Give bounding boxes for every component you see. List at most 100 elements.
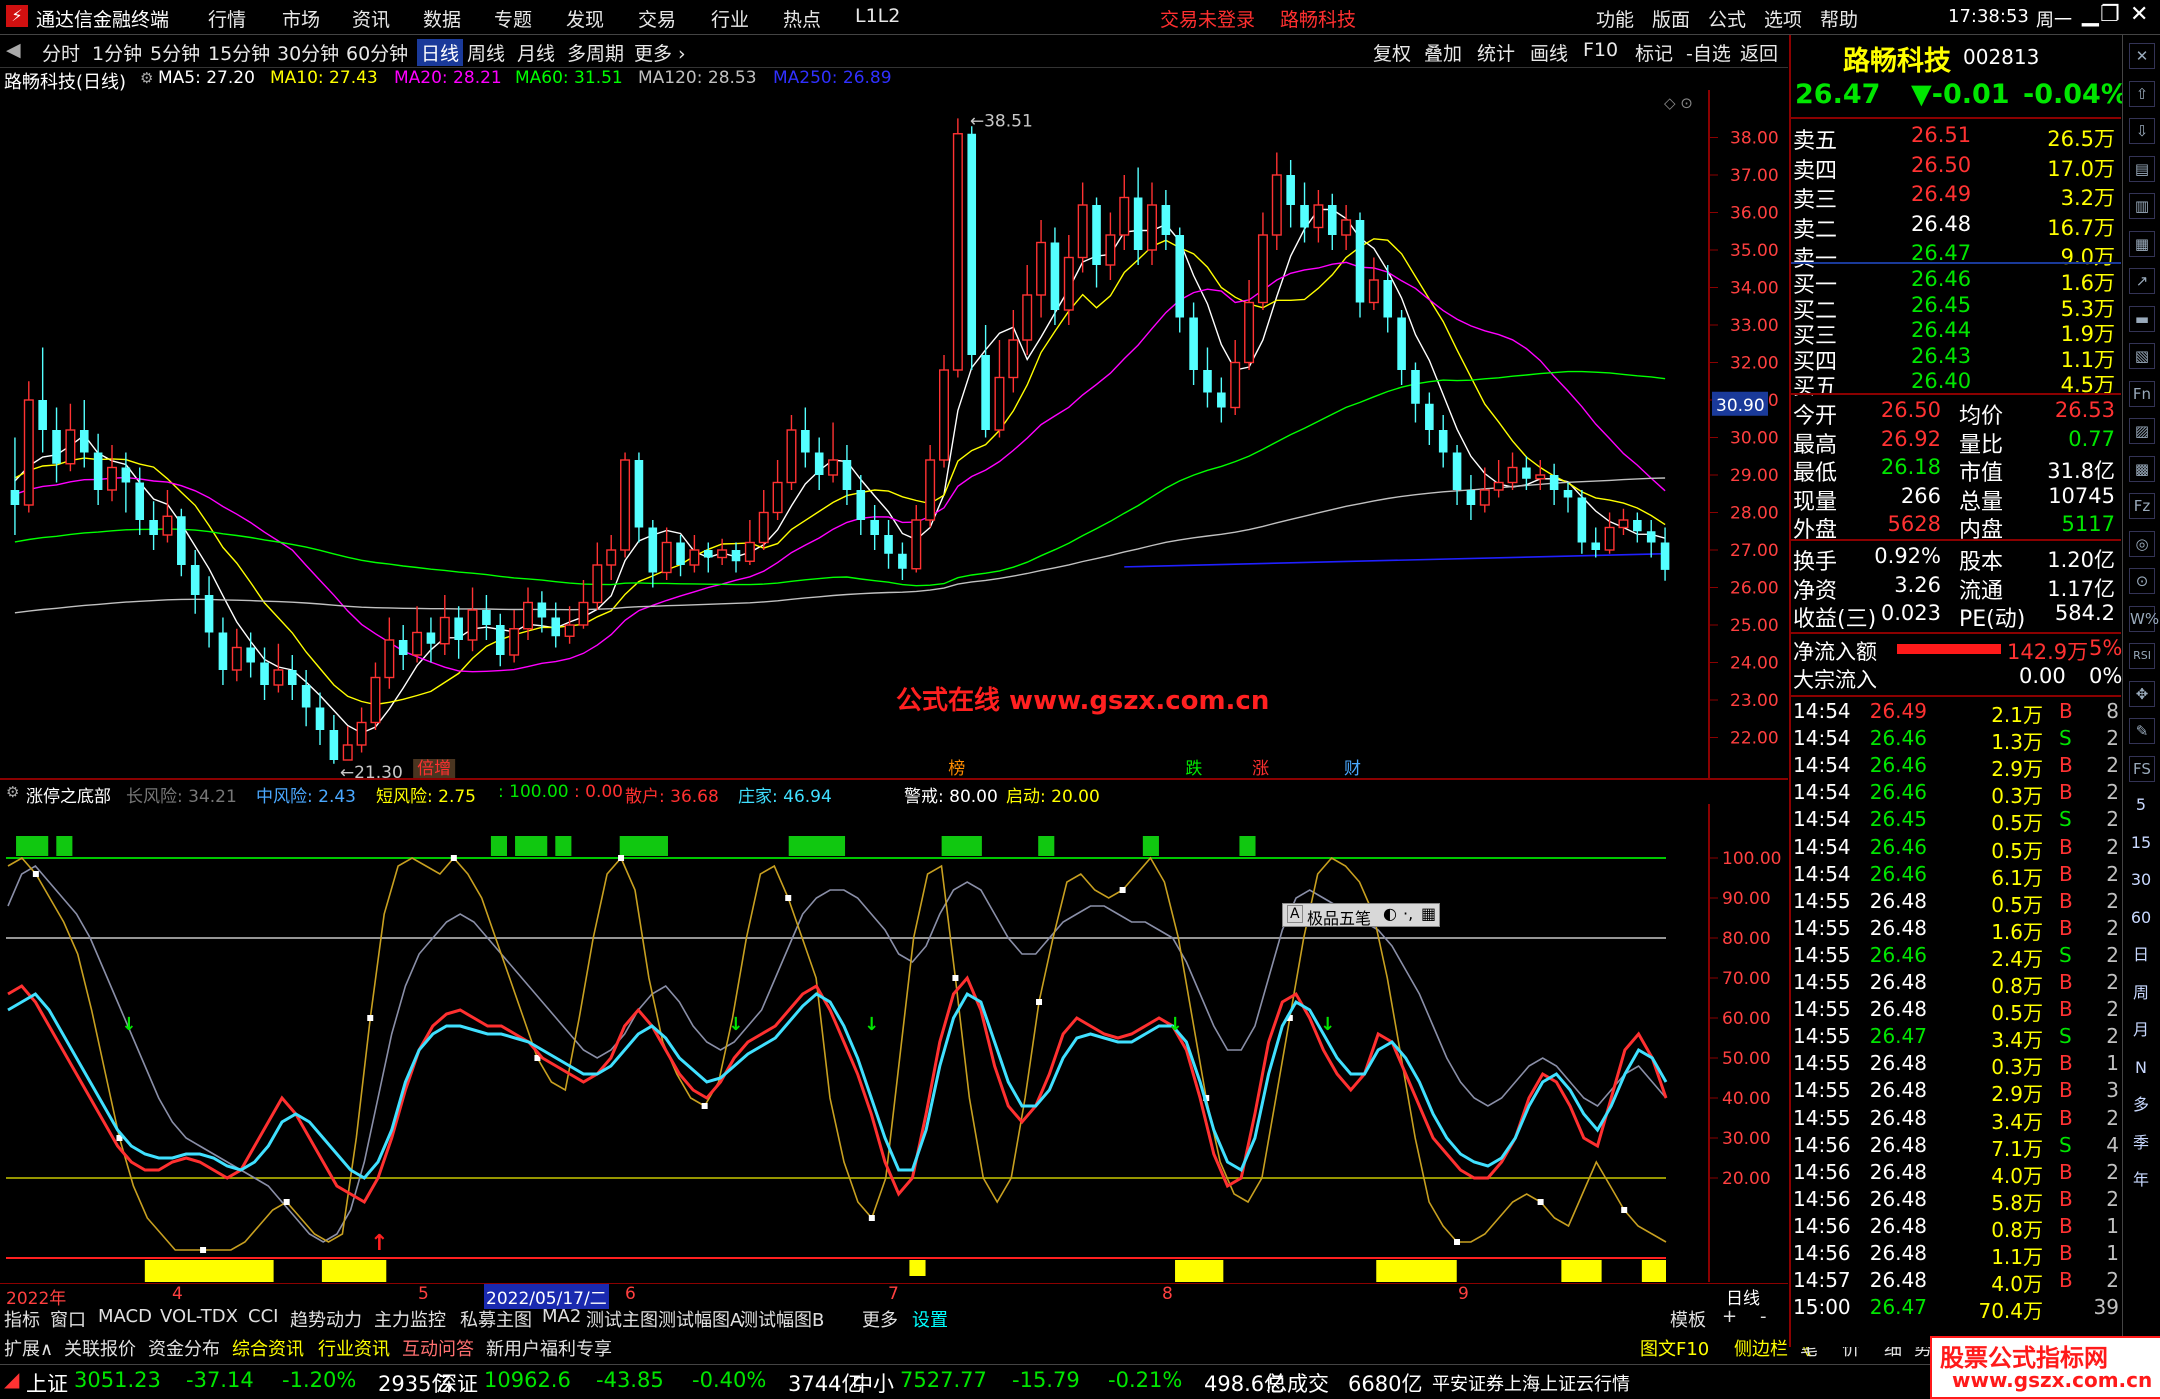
period-tab-4[interactable]: 30分钟 [277,39,339,66]
ime-punct-icon[interactable]: ·, [1403,904,1413,923]
menu-item-5[interactable]: 发现 [566,5,604,32]
rsi-icon[interactable]: RSI [2129,643,2155,669]
board-icon[interactable]: ▨ [2129,418,2155,444]
menu-item-6[interactable]: 交易 [638,5,676,32]
period-tab-1[interactable]: 1分钟 [92,39,142,66]
index-name-0[interactable]: 上证 [26,1368,68,1398]
tool-button-7[interactable]: 返回 [1740,39,1778,66]
up-icon[interactable]: ⇧ [2129,80,2155,107]
tool-button-6[interactable]: -自选 [1686,39,1731,66]
tool-button-1[interactable]: 叠加 [1424,39,1462,66]
down-icon[interactable]: ⇩ [2129,118,2155,144]
fn-icon[interactable]: Fn [2129,380,2155,407]
close-icon[interactable]: ✕ [2129,43,2155,69]
tab-control-1[interactable]: + [1722,1306,1737,1327]
indicator-tab-6[interactable]: 主力监控 [374,1306,446,1332]
index-name-1[interactable]: 深证 [436,1368,478,1398]
menu-item-3[interactable]: 数据 [423,5,461,32]
wr-icon[interactable]: W% [2129,605,2159,632]
list-icon[interactable]: ▤ [2129,155,2155,182]
tab-control-0[interactable]: 模板 [1670,1306,1706,1332]
panel-icon[interactable]: ▧ [2129,343,2155,369]
period-tab-7[interactable]: 周线 [467,39,505,66]
period-tab-8[interactable]: 月线 [517,39,555,66]
period-tab-0[interactable]: 分时 [42,39,80,66]
move-icon[interactable]: ✥ [2129,680,2155,707]
menu-item-8[interactable]: 热点 [783,5,821,32]
ime-moon-icon[interactable]: ◐ [1383,904,1397,923]
indicator-tab-11[interactable]: 测试幅图B [740,1306,824,1332]
min15-icon[interactable]: 15 [2129,831,2153,855]
period-tab-3[interactable]: 15分钟 [208,39,270,66]
info-tab-2[interactable]: 资金分布 [148,1335,220,1361]
grid-icon[interactable]: ▥ [2129,193,2155,219]
indicator-tab-3[interactable]: VOL-TDX [160,1306,238,1327]
year-icon[interactable]: 年 [2129,1168,2153,1192]
minimize-icon[interactable]: ▁ [2082,2,2099,27]
restore-icon[interactable]: ❐ [2100,2,2120,27]
menu-item-7[interactable]: 行业 [711,5,749,32]
close-icon[interactable]: ✕ [2130,2,2148,27]
indicator-chart[interactable]: 20.00 30.00 40.00 50.00 60.00 70.00 80.00 90.00… [0,804,1788,1282]
indicator-tab-10[interactable]: 测试幅图A [658,1306,742,1332]
collapse-icon[interactable]: ◀ [6,39,21,61]
fs-icon[interactable]: FS [2129,755,2155,782]
index-name-2[interactable]: 中小 [852,1368,894,1398]
info-tab-0[interactable]: 扩展∧ [4,1335,53,1361]
info-tab-4[interactable]: 行业资讯 [318,1335,390,1361]
min5-icon[interactable]: 5 [2129,793,2153,817]
target-icon[interactable]: ◎ [2129,530,2155,557]
menu-right-item-0[interactable]: 功能 [1596,5,1634,32]
info-tab-6[interactable]: 新用户福利专享 [486,1335,612,1361]
menu-right-item-4[interactable]: 帮助 [1820,5,1858,32]
period-tab-2[interactable]: 5分钟 [150,39,200,66]
week-icon[interactable]: 周 [2129,981,2153,1005]
menu-right-item-1[interactable]: 版面 [1652,5,1690,32]
fz-icon[interactable]: Fz [2129,493,2155,519]
sheet-icon[interactable]: ▩ [2129,455,2155,482]
menu-item-9[interactable]: L1L2 [855,5,900,27]
candlestick-chart[interactable]: 22.00 23.00 24.00 25.00 26.00 27.00 28.00 29.00… [0,90,1788,780]
menu-item-4[interactable]: 专题 [494,5,532,32]
indicator-tab-5[interactable]: 趋势动力 [290,1306,362,1332]
menu-item-1[interactable]: 市场 [282,5,320,32]
min30-icon[interactable]: 30 [2129,868,2153,892]
month-icon[interactable]: 月 [2129,1018,2153,1042]
trend-icon[interactable]: ↗ [2129,268,2155,294]
indicator-tab-12[interactable]: 更多 [862,1306,898,1332]
multi-icon[interactable]: 多 [2129,1093,2153,1117]
gear-icon[interactable]: ⚙ [6,783,19,801]
ime-mode-icon[interactable]: A [1287,905,1303,923]
indicator-tab-9[interactable]: 测试主图 [586,1306,658,1332]
info-tab-5[interactable]: 互动问答 [402,1335,474,1361]
current-stock-tab[interactable]: 路畅科技 [1280,5,1356,32]
period-tab-6[interactable]: 日线 [417,39,464,66]
day-icon[interactable]: 日 [2129,943,2153,967]
indicator-tab-8[interactable]: MA2 [542,1306,581,1327]
period-tab-10[interactable]: 更多 › [634,39,686,66]
ime-keyboard-icon[interactable]: ▦ [1421,904,1436,923]
menu-right-item-2[interactable]: 公式 [1708,5,1746,32]
gear-icon[interactable]: ⚙ [140,69,153,87]
indicator-tab-2[interactable]: MACD [98,1306,152,1327]
tool-button-2[interactable]: 统计 [1477,39,1515,66]
period-tab-5[interactable]: 60分钟 [346,39,408,66]
indicator-tab-4[interactable]: CCI [248,1306,278,1327]
period-tab-9[interactable]: 多周期 [567,39,624,66]
nday-icon[interactable]: N [2129,1056,2153,1080]
pen-icon[interactable]: ✎ [2129,718,2155,744]
tool-button-0[interactable]: 复权 [1373,39,1411,66]
tool-button-3[interactable]: 画线 [1530,39,1568,66]
indicator-tab-7[interactable]: 私募主图 [460,1306,532,1332]
tab-control-2[interactable]: - [1760,1306,1767,1327]
menu-item-2[interactable]: 资讯 [352,5,390,32]
quarter-icon[interactable]: 季 [2129,1131,2153,1155]
side-tab-0[interactable]: 图文F10 [1640,1335,1709,1361]
table-icon[interactable]: ▦ [2129,230,2155,257]
min60-icon[interactable]: 60 [2129,906,2153,930]
bar-icon[interactable]: ▬ [2129,305,2155,332]
tool-button-5[interactable]: 标记 [1635,39,1673,66]
menu-item-0[interactable]: 行情 [208,5,246,32]
info-tab-1[interactable]: 关联报价 [64,1335,136,1361]
info-tab-3[interactable]: 综合资讯 [232,1335,304,1361]
